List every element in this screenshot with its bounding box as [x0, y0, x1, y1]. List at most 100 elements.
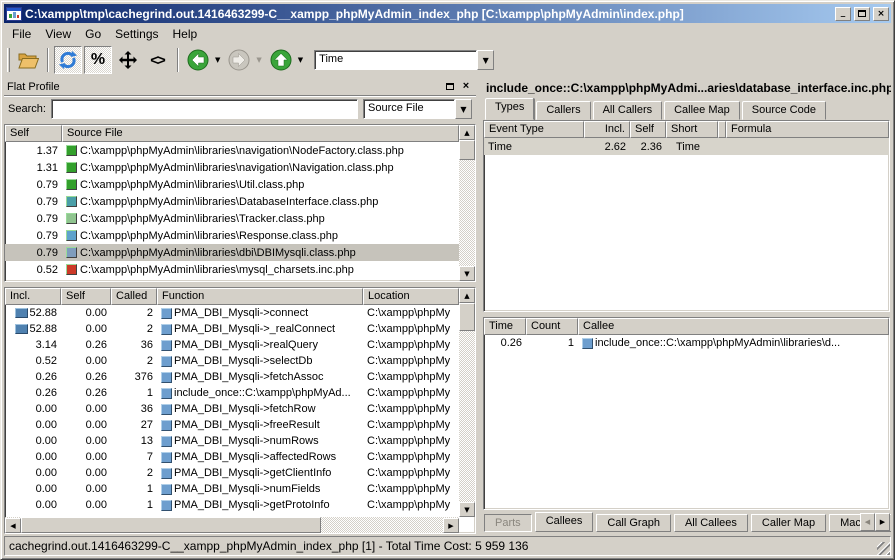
function-row[interactable]: 52.88 0.00 2 PMA_DBI_Mysqli->connect C:\… [5, 305, 475, 321]
forward-dropdown-caret[interactable]: ▼ [253, 56, 264, 64]
column-header-function[interactable]: Function [157, 288, 363, 305]
scrollbar-thumb[interactable] [21, 517, 321, 533]
source-file-row[interactable]: 1.37 C:\xampp\phpMyAdmin\libraries\navig… [5, 142, 475, 159]
bottom-tab[interactable]: Call Graph [596, 514, 671, 532]
bottom-tab[interactable]: Parts [484, 514, 532, 532]
source-file-row[interactable]: 0.52 C:\xampp\phpMyAdmin\libraries\mysql… [5, 261, 475, 278]
function-name: include_once::C:\xampp\phpMyAd... [174, 387, 351, 399]
toolbar-grip[interactable] [7, 48, 10, 72]
cycle-relative-button[interactable] [54, 46, 82, 74]
open-file-button[interactable] [14, 46, 42, 74]
back-dropdown-caret[interactable]: ▼ [212, 56, 223, 64]
called-cell: 36 [111, 339, 157, 351]
up-dropdown-caret[interactable]: ▼ [295, 56, 306, 64]
menu-bar: FileViewGoSettingsHelp [4, 23, 891, 44]
detail-tab[interactable]: Types [485, 98, 534, 120]
bottom-tab[interactable]: Caller Map [751, 514, 826, 532]
source-file-row[interactable]: 0.79 C:\xampp\phpMyAdmin\libraries\dbi\D… [5, 244, 475, 261]
close-button[interactable]: × [873, 7, 889, 21]
scroll-down-button[interactable]: ▼ [459, 266, 475, 281]
menu-item[interactable]: View [38, 25, 78, 43]
cost-color-chip-icon [66, 230, 77, 241]
function-row[interactable]: 0.26 0.26 376 PMA_DBI_Mysqli->fetchAssoc… [5, 369, 475, 385]
event-type-row[interactable]: Time 2.62 2.36 Time [484, 138, 889, 155]
column-header-short[interactable]: Short [666, 121, 718, 138]
column-header-location[interactable]: Location [363, 288, 459, 305]
menu-item[interactable]: Go [78, 25, 108, 43]
self-cell: 2.36 [630, 141, 666, 153]
column-header-self[interactable]: Self [630, 121, 666, 138]
relative-cost-button[interactable]: <> [144, 46, 172, 74]
scroll-right-button[interactable]: ▶ [443, 518, 459, 533]
function-row[interactable]: 0.00 0.00 36 PMA_DBI_Mysqli->fetchRow C:… [5, 401, 475, 417]
source-file-row[interactable]: 0.79 C:\xampp\phpMyAdmin\libraries\Datab… [5, 193, 475, 210]
scroll-down-button[interactable]: ▼ [459, 502, 475, 517]
function-row[interactable]: 0.00 0.00 1 PMA_DBI_Mysqli->getProtoInfo… [5, 497, 475, 513]
column-header-time[interactable]: Time [484, 318, 526, 335]
function-row[interactable]: 0.00 0.00 7 PMA_DBI_Mysqli->affectedRows… [5, 449, 475, 465]
function-row[interactable]: 3.14 0.26 36 PMA_DBI_Mysqli->realQuery C… [5, 337, 475, 353]
function-row[interactable]: 0.52 0.00 2 PMA_DBI_Mysqli->selectDb C:\… [5, 353, 475, 369]
scroll-up-button[interactable]: ▲ [459, 125, 475, 140]
scroll-up-button[interactable]: ▲ [459, 288, 475, 303]
tab-scroll-left-button[interactable]: ◀ [860, 513, 875, 531]
function-row[interactable]: 52.88 0.00 2 PMA_DBI_Mysqli->_realConnec… [5, 321, 475, 337]
chevron-down-icon[interactable]: ▼ [455, 99, 472, 119]
menu-item[interactable]: Help [166, 25, 205, 43]
source-file-row[interactable]: 1.31 C:\xampp\phpMyAdmin\libraries\navig… [5, 159, 475, 176]
column-header-event-type[interactable]: Event Type [484, 121, 584, 138]
column-header-self[interactable]: Self [5, 125, 62, 142]
expand-areas-button[interactable] [114, 46, 142, 74]
menu-item[interactable]: File [5, 25, 38, 43]
function-cell: PMA_DBI_Mysqli->connect [157, 307, 363, 319]
column-header-incl[interactable]: Incl. [584, 121, 630, 138]
percentage-button[interactable]: % [84, 46, 112, 74]
detail-tab[interactable]: Callers [536, 101, 590, 120]
column-header-formula[interactable]: Formula [726, 121, 889, 138]
float-panel-button[interactable] [443, 80, 457, 93]
column-header-called[interactable]: Called [111, 288, 157, 305]
forward-button[interactable] [225, 46, 253, 74]
source-file-row[interactable]: 0.52 C:\xampp\phpMyAdmin\libraries\user_… [5, 278, 475, 279]
tab-scroll-right-button[interactable]: ▶ [875, 513, 890, 531]
resize-grip[interactable] [877, 542, 890, 555]
detail-tab[interactable]: Source Code [742, 101, 826, 120]
grouping-combobox[interactable]: Source File ▼ [363, 99, 472, 119]
function-chip-icon [161, 452, 172, 463]
column-header-count[interactable]: Count [526, 318, 578, 335]
detail-tab[interactable]: Callee Map [664, 101, 740, 120]
source-file-row[interactable]: 0.79 C:\xampp\phpMyAdmin\libraries\Track… [5, 210, 475, 227]
close-panel-button[interactable]: × [459, 80, 473, 93]
search-input[interactable] [51, 99, 358, 119]
minimize-button[interactable]: _ [835, 7, 851, 21]
up-button[interactable] [267, 46, 295, 74]
event-types-header: Event Type Incl. Self Short Formula [484, 121, 889, 138]
function-row[interactable]: 0.00 0.00 1 PMA_DBI_Mysqli->numFields C:… [5, 481, 475, 497]
function-cell: PMA_DBI_Mysqli->freeResult [157, 419, 363, 431]
function-row[interactable]: 0.00 0.00 13 PMA_DBI_Mysqli->numRows C:\… [5, 433, 475, 449]
back-button[interactable] [184, 46, 212, 74]
column-header-callee[interactable]: Callee [578, 318, 889, 335]
scrollbar-thumb[interactable] [459, 303, 475, 331]
bottom-tab[interactable]: Callees [535, 512, 594, 532]
function-chip-icon [161, 372, 172, 383]
column-header-source-file[interactable]: Source File [62, 125, 459, 142]
maximize-button[interactable] [854, 7, 870, 21]
function-row[interactable]: 0.00 0.00 27 PMA_DBI_Mysqli->freeResult … [5, 417, 475, 433]
source-file-row[interactable]: 0.79 C:\xampp\phpMyAdmin\libraries\Util.… [5, 176, 475, 193]
function-row[interactable]: 0.26 0.26 1 include_once::C:\xampp\phpMy… [5, 385, 475, 401]
callee-row[interactable]: 0.26 1 include_once::C:\xampp\phpMyAdmin… [484, 335, 889, 351]
chevron-down-icon[interactable]: ▼ [477, 50, 494, 70]
function-row[interactable]: 0.00 0.00 2 PMA_DBI_Mysqli->getClientInf… [5, 465, 475, 481]
scroll-left-button[interactable]: ◀ [5, 518, 21, 533]
event-type-combobox[interactable]: Time ▼ [314, 50, 494, 70]
bottom-tab[interactable]: All Callees [674, 514, 748, 532]
column-header-self[interactable]: Self [61, 288, 111, 305]
menu-item[interactable]: Settings [108, 25, 165, 43]
time-cell: 0.26 [484, 337, 526, 349]
detail-tab[interactable]: All Callers [593, 101, 663, 120]
status-text: cachegrind.out.1416463299-C__xampp_phpMy… [4, 536, 891, 556]
column-header-incl[interactable]: Incl. [5, 288, 61, 305]
source-file-row[interactable]: 0.79 C:\xampp\phpMyAdmin\libraries\Respo… [5, 227, 475, 244]
scrollbar-thumb[interactable] [459, 140, 475, 160]
